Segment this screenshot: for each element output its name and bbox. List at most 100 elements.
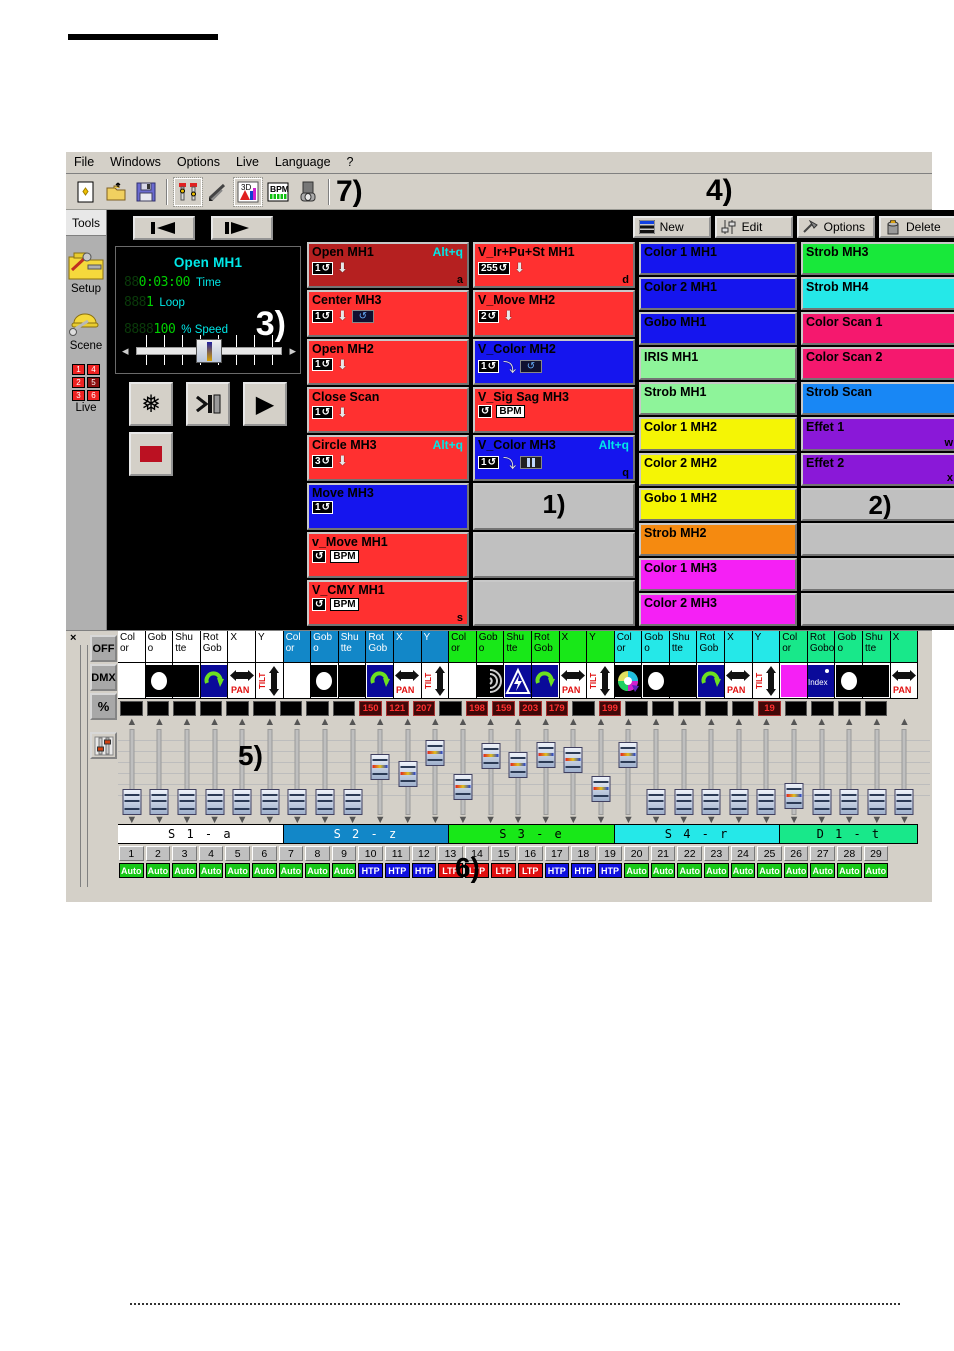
fader-knob[interactable] <box>122 789 142 815</box>
scene-button[interactable]: Close Scan 1 ↺ ⬇ <box>307 386 469 433</box>
fader-down-arrow-icon[interactable]: ▼ <box>733 815 744 826</box>
scene-button[interactable]: Open MH2 1 ↺ ⬇ <box>307 338 469 385</box>
channel-fader[interactable]: ▲ ▼ <box>560 717 588 826</box>
fader-down-arrow-icon[interactable]: ▼ <box>430 815 441 826</box>
fader-up-arrow-icon[interactable]: ▲ <box>264 717 275 728</box>
channel-number[interactable]: 1 <box>119 846 144 861</box>
fader-group-label[interactable]: S 1 - a <box>118 824 284 844</box>
channel-number[interactable]: 18 <box>571 846 596 861</box>
channel-number[interactable]: 21 <box>650 846 676 861</box>
channel-fader[interactable]: ▲ ▼ <box>173 717 201 826</box>
channel-mode-badge[interactable]: LTP <box>491 863 516 878</box>
fader-knob[interactable] <box>508 751 528 778</box>
channel-mode-badge[interactable]: Auto <box>145 863 171 878</box>
scene-button[interactable]: Strob MH3 <box>801 242 954 276</box>
fader-knob[interactable] <box>398 760 418 787</box>
fader-knob[interactable] <box>287 789 307 815</box>
channel-fader[interactable]: ▲ ▼ <box>891 717 919 826</box>
scene-button[interactable]: V_Move MH2 2 ↺ ⬇ <box>473 290 635 337</box>
fader-up-arrow-icon[interactable]: ▲ <box>485 717 496 728</box>
channel-number[interactable]: 3 <box>172 846 197 861</box>
menu-item-windows[interactable]: Windows <box>110 156 161 169</box>
fader-up-arrow-icon[interactable]: ▲ <box>430 717 441 728</box>
channel-number[interactable]: 12 <box>411 846 437 861</box>
channel-number[interactable]: 23 <box>704 846 729 861</box>
fader-up-arrow-icon[interactable]: ▲ <box>182 717 193 728</box>
channel-fader[interactable]: ▲ ▼ <box>422 717 450 826</box>
fader-track[interactable] <box>598 729 604 815</box>
menu-item-language[interactable]: Language <box>275 156 331 169</box>
channel-mode-badge[interactable]: Auto <box>251 863 277 878</box>
fader-down-arrow-icon[interactable]: ▼ <box>182 815 193 826</box>
scene-button[interactable]: V_Sig Sag MH3 ↺ BPM <box>473 386 635 433</box>
scene-button-empty[interactable] <box>801 522 954 556</box>
channel-number[interactable]: 8 <box>305 846 330 861</box>
menu-item-file[interactable]: File <box>74 156 94 169</box>
fader-up-arrow-icon[interactable]: ▲ <box>844 717 855 728</box>
channel-mode-badge[interactable]: Auto <box>757 863 782 878</box>
fader-down-arrow-icon[interactable]: ▼ <box>844 815 855 826</box>
channel-mode-badge[interactable]: Auto <box>810 863 836 878</box>
fader-knob[interactable] <box>481 742 501 769</box>
fader-down-arrow-icon[interactable]: ▼ <box>375 815 386 826</box>
channel-fader[interactable]: ▲ ▼ <box>118 717 146 826</box>
fader-up-arrow-icon[interactable]: ▲ <box>568 717 579 728</box>
fader-knob[interactable] <box>563 747 583 773</box>
fader-group-label[interactable]: S 2 - z <box>283 824 450 844</box>
channel-mode-badge[interactable]: Auto <box>783 863 809 878</box>
channel-fader[interactable]: ▲ ▼ <box>615 717 643 826</box>
crossfade-button[interactable] <box>186 382 230 426</box>
fader-up-arrow-icon[interactable]: ▲ <box>457 717 468 728</box>
channel-mode-badge[interactable]: Auto <box>677 863 703 878</box>
scene-button[interactable]: Strob MH2 <box>639 522 797 556</box>
fader-up-arrow-icon[interactable]: ▲ <box>899 717 910 728</box>
channel-number[interactable]: 27 <box>810 846 836 861</box>
sidebar-item-scene[interactable]: Scene <box>66 307 106 352</box>
channel-number[interactable]: 7 <box>278 846 304 861</box>
channel-mode-badge[interactable]: HTP <box>544 863 570 878</box>
fader-up-arrow-icon[interactable]: ▲ <box>154 717 165 728</box>
fader-knob[interactable] <box>784 783 804 809</box>
fader-knob[interactable] <box>646 789 666 815</box>
fader-knob[interactable] <box>425 740 445 767</box>
fader-knob[interactable] <box>729 789 749 815</box>
channel-number[interactable]: 28 <box>837 846 862 861</box>
fader-down-arrow-icon[interactable]: ▼ <box>209 815 220 826</box>
fader-up-arrow-icon[interactable]: ▲ <box>871 717 882 728</box>
channel-number[interactable]: 6 <box>251 846 277 861</box>
speed-slider-handle[interactable] <box>196 339 222 363</box>
channel-fader[interactable]: ▲ ▼ <box>725 717 753 826</box>
channel-mode-badge[interactable]: HTP <box>597 863 623 878</box>
fader-up-arrow-icon[interactable]: ▲ <box>209 717 220 728</box>
scene-button-empty[interactable]: 1) <box>473 483 635 530</box>
fader-up-arrow-icon[interactable]: ▲ <box>126 717 137 728</box>
scene-button[interactable]: V_Color MH3 Alt+q 1 ↺ ⤵ q <box>473 435 635 482</box>
scene-button[interactable]: v_Move MH1 ↺ BPM <box>307 531 469 578</box>
channel-fader[interactable]: ▲ ▼ <box>477 717 505 826</box>
fader-down-arrow-icon[interactable]: ▼ <box>126 815 137 826</box>
stop-button[interactable] <box>129 432 173 476</box>
channel-fader[interactable]: ▲ ▼ <box>753 717 781 826</box>
channel-fader[interactable]: ▲ ▼ <box>339 717 367 826</box>
fader-down-arrow-icon[interactable]: ▼ <box>568 815 579 826</box>
fader-up-arrow-icon[interactable]: ▲ <box>678 717 689 728</box>
fader-down-arrow-icon[interactable]: ▼ <box>347 815 358 826</box>
scene-button[interactable]: V_Color MH2 1 ↺ ⤵ ↺ <box>473 338 635 385</box>
3d-view-icon[interactable]: 3D <box>233 176 263 207</box>
channel-fader[interactable]: ▲ ▼ <box>642 717 670 826</box>
fader-group-label[interactable]: S 3 - e <box>449 824 615 844</box>
fader-up-arrow-icon[interactable]: ▲ <box>513 717 524 728</box>
fader-down-arrow-icon[interactable]: ▼ <box>264 815 275 826</box>
fader-knob[interactable] <box>453 774 473 800</box>
close-icon[interactable]: × <box>70 632 76 644</box>
fader-up-arrow-icon[interactable]: ▲ <box>733 717 744 728</box>
bpm-icon[interactable]: BPM <box>264 177 292 206</box>
edit-scene-button[interactable]: Edit <box>714 216 793 238</box>
channel-fader[interactable]: ▲ ▼ <box>532 717 560 826</box>
scene-button[interactable]: Strob Scan <box>801 382 954 416</box>
slider-left-arrow-icon[interactable]: ◂ <box>122 343 129 359</box>
fader-knob[interactable] <box>618 742 638 769</box>
new-scene-button[interactable]: New <box>632 216 711 238</box>
fader-up-arrow-icon[interactable]: ▲ <box>402 717 413 728</box>
channel-number[interactable]: 26 <box>783 846 809 861</box>
